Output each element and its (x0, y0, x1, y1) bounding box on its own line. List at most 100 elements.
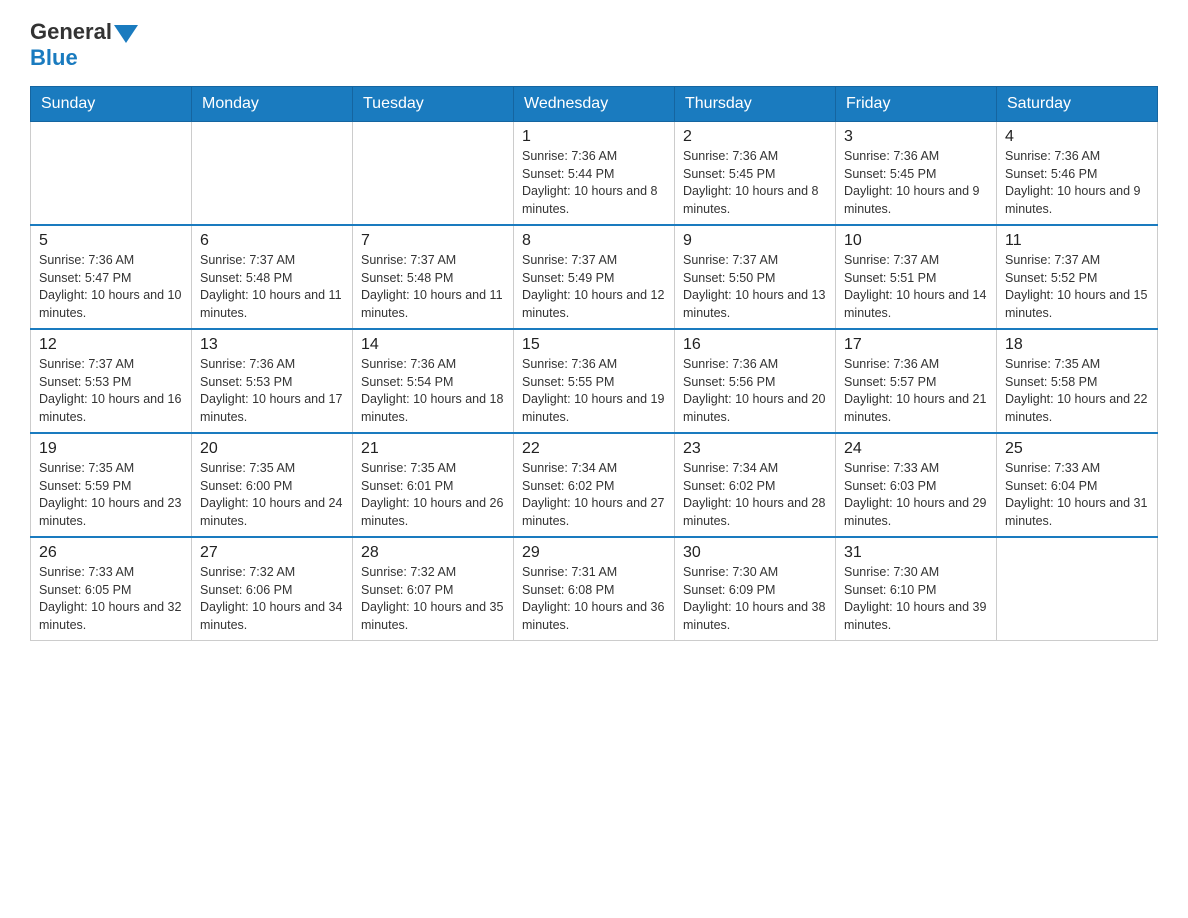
calendar-day-cell: 27 Sunrise: 7:32 AMSunset: 6:06 PMDayligh… (192, 537, 353, 641)
day-number: 24 (844, 440, 988, 458)
day-number: 23 (683, 440, 827, 458)
day-info: Sunrise: 7:37 AMSunset: 5:51 PMDaylight:… (844, 252, 988, 322)
calendar-day-cell: 25 Sunrise: 7:33 AMSunset: 6:04 PMDayligh… (997, 433, 1158, 537)
day-number: 7 (361, 232, 505, 250)
calendar-day-cell: 11 Sunrise: 7:37 AMSunset: 5:52 PMDayligh… (997, 225, 1158, 329)
calendar-header-row: SundayMondayTuesdayWednesdayThursdayFrid… (31, 87, 1158, 122)
day-number: 25 (1005, 440, 1149, 458)
day-info: Sunrise: 7:33 AMSunset: 6:04 PMDaylight:… (1005, 460, 1149, 530)
day-of-week-header: Friday (836, 87, 997, 122)
day-number: 6 (200, 232, 344, 250)
calendar-day-cell: 9 Sunrise: 7:37 AMSunset: 5:50 PMDaylight… (675, 225, 836, 329)
day-number: 16 (683, 336, 827, 354)
day-of-week-header: Wednesday (514, 87, 675, 122)
calendar-day-cell: 20Sunrise: 7:35 AMSunset: 6:00 PMDayligh… (192, 433, 353, 537)
calendar-day-cell: 7Sunrise: 7:37 AMSunset: 5:48 PMDaylight… (353, 225, 514, 329)
logo-text-main: General (30, 20, 112, 44)
day-number: 9 (683, 232, 827, 250)
calendar-day-cell: 8Sunrise: 7:37 AMSunset: 5:49 PMDaylight… (514, 225, 675, 329)
calendar-day-cell: 18 Sunrise: 7:35 AMSunset: 5:58 PMDayligh… (997, 329, 1158, 433)
calendar-day-cell: 30 Sunrise: 7:30 AMSunset: 6:09 PMDayligh… (675, 537, 836, 641)
calendar-day-cell: 16 Sunrise: 7:36 AMSunset: 5:56 PMDayligh… (675, 329, 836, 433)
calendar-day-cell (353, 122, 514, 226)
day-number: 5 (39, 232, 183, 250)
day-of-week-header: Sunday (31, 87, 192, 122)
calendar-day-cell: 2 Sunrise: 7:36 AMSunset: 5:45 PMDaylight… (675, 122, 836, 226)
day-info: Sunrise: 7:32 AMSunset: 6:07 PMDaylight:… (361, 564, 505, 634)
day-number: 11 (1005, 232, 1149, 250)
day-number: 4 (1005, 128, 1149, 146)
day-number: 3 (844, 128, 988, 146)
calendar-day-cell (192, 122, 353, 226)
day-info: Sunrise: 7:36 AMSunset: 5:44 PMDaylight:… (522, 148, 666, 218)
day-number: 2 (683, 128, 827, 146)
calendar-table: SundayMondayTuesdayWednesdayThursdayFrid… (30, 86, 1158, 641)
day-info: Sunrise: 7:35 AMSunset: 5:59 PMDaylight:… (39, 460, 183, 530)
calendar-day-cell: 14 Sunrise: 7:36 AMSunset: 5:54 PMDayligh… (353, 329, 514, 433)
day-info: Sunrise: 7:31 AMSunset: 6:08 PMDaylight:… (522, 564, 666, 634)
calendar-week-row: 26Sunrise: 7:33 AMSunset: 6:05 PMDayligh… (31, 537, 1158, 641)
calendar-day-cell (997, 537, 1158, 641)
day-info: Sunrise: 7:37 AMSunset: 5:52 PMDaylight:… (1005, 252, 1149, 322)
day-info: Sunrise: 7:36 AMSunset: 5:54 PMDaylight:… (361, 356, 505, 426)
calendar-week-row: 1Sunrise: 7:36 AMSunset: 5:44 PMDaylight… (31, 122, 1158, 226)
day-number: 21 (361, 440, 505, 458)
calendar-day-cell: 5 Sunrise: 7:36 AMSunset: 5:47 PMDaylight… (31, 225, 192, 329)
day-info: Sunrise: 7:35 AMSunset: 5:58 PMDaylight:… (1005, 356, 1149, 426)
calendar-week-row: 19Sunrise: 7:35 AMSunset: 5:59 PMDayligh… (31, 433, 1158, 537)
day-info: Sunrise: 7:36 AMSunset: 5:46 PMDaylight:… (1005, 148, 1149, 218)
calendar-week-row: 12 Sunrise: 7:37 AMSunset: 5:53 PMDayligh… (31, 329, 1158, 433)
day-info: Sunrise: 7:36 AMSunset: 5:53 PMDaylight:… (200, 356, 344, 426)
day-number: 20 (200, 440, 344, 458)
calendar-week-row: 5 Sunrise: 7:36 AMSunset: 5:47 PMDaylight… (31, 225, 1158, 329)
calendar-day-cell: 22Sunrise: 7:34 AMSunset: 6:02 PMDayligh… (514, 433, 675, 537)
day-number: 14 (361, 336, 505, 354)
day-info: Sunrise: 7:32 AMSunset: 6:06 PMDaylight:… (200, 564, 344, 634)
calendar-day-cell: 26Sunrise: 7:33 AMSunset: 6:05 PMDayligh… (31, 537, 192, 641)
day-number: 22 (522, 440, 666, 458)
day-info: Sunrise: 7:37 AMSunset: 5:48 PMDaylight:… (200, 252, 344, 322)
day-number: 8 (522, 232, 666, 250)
logo-triangle-icon (114, 25, 138, 43)
calendar-day-cell: 19Sunrise: 7:35 AMSunset: 5:59 PMDayligh… (31, 433, 192, 537)
calendar-day-cell: 28 Sunrise: 7:32 AMSunset: 6:07 PMDayligh… (353, 537, 514, 641)
day-number: 18 (1005, 336, 1149, 354)
calendar-day-cell: 10 Sunrise: 7:37 AMSunset: 5:51 PMDayligh… (836, 225, 997, 329)
day-number: 12 (39, 336, 183, 354)
calendar-day-cell: 3 Sunrise: 7:36 AMSunset: 5:45 PMDaylight… (836, 122, 997, 226)
calendar-day-cell (31, 122, 192, 226)
calendar-day-cell: 4 Sunrise: 7:36 AMSunset: 5:46 PMDaylight… (997, 122, 1158, 226)
calendar-day-cell: 6 Sunrise: 7:37 AMSunset: 5:48 PMDaylight… (192, 225, 353, 329)
calendar-day-cell: 13Sunrise: 7:36 AMSunset: 5:53 PMDayligh… (192, 329, 353, 433)
day-info: Sunrise: 7:36 AMSunset: 5:55 PMDaylight:… (522, 356, 666, 426)
day-info: Sunrise: 7:36 AMSunset: 5:45 PMDaylight:… (683, 148, 827, 218)
day-info: Sunrise: 7:35 AMSunset: 6:01 PMDaylight:… (361, 460, 505, 530)
logo: General Blue (30, 20, 138, 70)
day-of-week-header: Saturday (997, 87, 1158, 122)
day-number: 30 (683, 544, 827, 562)
day-of-week-header: Tuesday (353, 87, 514, 122)
calendar-day-cell: 23 Sunrise: 7:34 AMSunset: 6:02 PMDayligh… (675, 433, 836, 537)
calendar-day-cell: 24Sunrise: 7:33 AMSunset: 6:03 PMDayligh… (836, 433, 997, 537)
day-info: Sunrise: 7:33 AMSunset: 6:05 PMDaylight:… (39, 564, 183, 634)
day-info: Sunrise: 7:36 AMSunset: 5:56 PMDaylight:… (683, 356, 827, 426)
day-info: Sunrise: 7:37 AMSunset: 5:53 PMDaylight:… (39, 356, 183, 426)
day-info: Sunrise: 7:37 AMSunset: 5:50 PMDaylight:… (683, 252, 827, 322)
day-number: 31 (844, 544, 988, 562)
day-number: 28 (361, 544, 505, 562)
day-info: Sunrise: 7:36 AMSunset: 5:47 PMDaylight:… (39, 252, 183, 322)
calendar-day-cell: 15 Sunrise: 7:36 AMSunset: 5:55 PMDayligh… (514, 329, 675, 433)
day-number: 17 (844, 336, 988, 354)
day-info: Sunrise: 7:36 AMSunset: 5:45 PMDaylight:… (844, 148, 988, 218)
day-number: 15 (522, 336, 666, 354)
day-number: 27 (200, 544, 344, 562)
calendar-day-cell: 21 Sunrise: 7:35 AMSunset: 6:01 PMDayligh… (353, 433, 514, 537)
calendar-day-cell: 12 Sunrise: 7:37 AMSunset: 5:53 PMDayligh… (31, 329, 192, 433)
page-header: General Blue (30, 20, 1158, 70)
calendar-day-cell: 1Sunrise: 7:36 AMSunset: 5:44 PMDaylight… (514, 122, 675, 226)
day-number: 10 (844, 232, 988, 250)
day-info: Sunrise: 7:36 AMSunset: 5:57 PMDaylight:… (844, 356, 988, 426)
day-info: Sunrise: 7:30 AMSunset: 6:09 PMDaylight:… (683, 564, 827, 634)
day-of-week-header: Thursday (675, 87, 836, 122)
day-info: Sunrise: 7:34 AMSunset: 6:02 PMDaylight:… (683, 460, 827, 530)
